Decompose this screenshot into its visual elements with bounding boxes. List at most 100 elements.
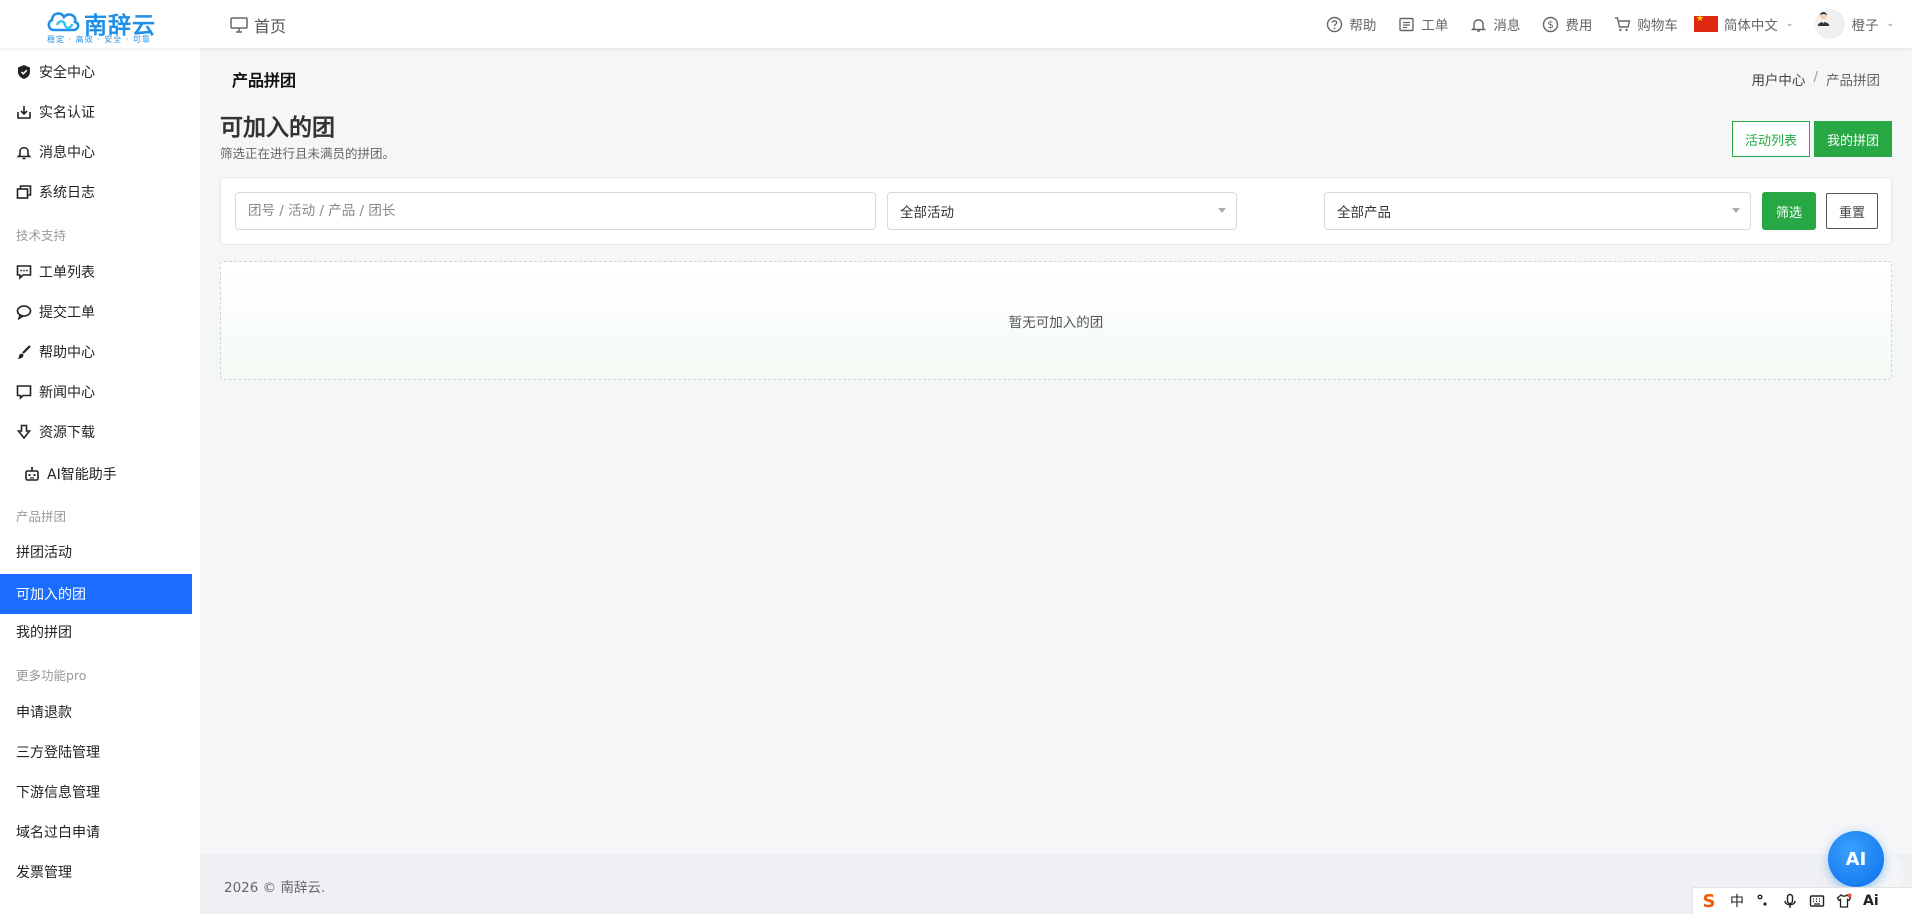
china-flag-icon: [1693, 14, 1718, 32]
sidebar-item-label: 我的拼团: [16, 625, 72, 641]
sidebar-item-downloads[interactable]: 资源下载: [0, 412, 192, 452]
avatar: [1815, 9, 1846, 39]
user-name: 橙子: [1851, 18, 1879, 34]
activity-list-button[interactable]: 活动列表: [1732, 121, 1810, 157]
comment-icon: [16, 305, 32, 320]
punctuation-icon[interactable]: [1755, 893, 1771, 909]
microphone-icon[interactable]: [1782, 893, 1798, 909]
nav-help[interactable]: 帮助: [1326, 14, 1376, 34]
ime-ai-label[interactable]: Ai: [1863, 893, 1879, 909]
sidebar-item-submit-ticket[interactable]: 提交工单: [0, 292, 192, 332]
news-icon: [16, 385, 32, 400]
sidebar-item-joinable-groups[interactable]: 可加入的团: [0, 574, 192, 614]
sidebar-item-label: 拼团活动: [16, 545, 72, 561]
section-heading: 可加入的团: [220, 115, 335, 141]
filter-card: 全部活动 全部产品 筛选 重置: [220, 177, 1892, 245]
language-label: 简体中文: [1723, 18, 1778, 34]
ime-mode-label[interactable]: 中: [1730, 891, 1744, 911]
activity-select[interactable]: 全部活动: [887, 192, 1237, 230]
sidebar-item-label: 系统日志: [39, 185, 95, 201]
breadcrumb: 用户中心 / 产品拼团: [1751, 69, 1880, 89]
cloud-logo-icon: [47, 12, 80, 32]
ai-assistant-button[interactable]: AI: [1828, 831, 1884, 887]
brand-logo[interactable]: 南辞云 稳定 · 高效 · 安全 · 可靠: [46, 6, 166, 44]
nav-billing-label: 费用: [1565, 18, 1593, 34]
top-nav-right: 帮助 工单 消息 $ 费用 购物车 简体中文 ⌄ 橙子 ⌄: [1304, 0, 1894, 48]
sidebar-item-label: 工单列表: [39, 265, 95, 281]
product-select-value: 全部产品: [1337, 205, 1391, 221]
sidebar-item-news-center[interactable]: 新闻中心: [0, 372, 192, 412]
sidebar-item-help-center[interactable]: 帮助中心: [0, 332, 192, 372]
brush-icon: [17, 345, 31, 359]
sidebar-item-refund[interactable]: 申请退款: [0, 692, 192, 732]
sidebar-item-label: 资源下载: [39, 425, 95, 441]
sidebar-item-label: 三方登陆管理: [16, 745, 100, 761]
sidebar-item-third-party-login[interactable]: 三方登陆管理: [0, 732, 192, 772]
sidebar-item-label: 发票管理: [16, 865, 72, 881]
sidebar-item-ticket-list[interactable]: 工单列表: [0, 252, 192, 292]
sidebar-item-downstream-info[interactable]: 下游信息管理: [0, 772, 192, 812]
skin-icon[interactable]: [1836, 893, 1852, 909]
my-groups-button[interactable]: 我的拼团: [1814, 121, 1892, 157]
ime-toolbar: S 中 Ai: [1692, 887, 1912, 914]
sidebar-group-group-buy: 产品拼团: [16, 509, 67, 524]
nav-ticket[interactable]: 工单: [1398, 14, 1448, 34]
sidebar-item-ai-assistant[interactable]: AI智能助手: [0, 454, 192, 494]
dollar-icon: $: [1543, 16, 1559, 32]
keyboard-icon[interactable]: [1809, 893, 1825, 909]
sidebar-group-support: 技术支持: [16, 228, 67, 243]
nav-cart-label: 购物车: [1637, 18, 1678, 34]
sidebar-item-domain-whitelist[interactable]: 域名过白申请: [0, 812, 192, 852]
bell-icon: [16, 146, 32, 160]
sidebar-item-invoice[interactable]: 发票管理: [0, 852, 192, 892]
sidebar-item-label: AI智能助手: [47, 467, 117, 483]
footer-copyright: 2026 © 南辞云.: [224, 880, 326, 896]
sidebar-item-label: 实名认证: [39, 105, 95, 121]
breadcrumb-user-center[interactable]: 用户中心: [1751, 69, 1805, 89]
sidebar-item-label: 域名过白申请: [16, 825, 100, 841]
nav-cart[interactable]: 购物车: [1614, 14, 1678, 34]
download-icon: [16, 424, 32, 440]
section-subheading: 筛选正在进行且未满员的拼团。: [220, 146, 396, 161]
nav-message-label: 消息: [1493, 18, 1521, 34]
robot-icon: [25, 466, 39, 481]
ticket-icon: [1399, 17, 1415, 31]
sidebar-item-label: 新闻中心: [39, 385, 95, 401]
sidebar-item-group-activities[interactable]: 拼团活动: [0, 532, 192, 572]
chevron-down-icon: ⌄: [1785, 19, 1794, 29]
sidebar-item-security[interactable]: 安全中心: [0, 52, 192, 92]
sidebar-group-more: 更多功能pro: [16, 668, 87, 683]
user-menu[interactable]: 橙子 ⌄: [1815, 9, 1894, 39]
chevron-down-icon: ⌄: [1886, 19, 1894, 29]
sidebar-item-label: 可加入的团: [16, 587, 86, 603]
reset-button[interactable]: 重置: [1826, 193, 1878, 229]
empty-state-text: 暂无可加入的团: [1008, 314, 1104, 331]
monitor-icon: [230, 17, 248, 33]
language-selector[interactable]: 简体中文 ⌄: [1693, 14, 1794, 34]
home-label: 首页: [254, 17, 287, 36]
chevron-down-icon: [1218, 208, 1226, 213]
nav-ticket-label: 工单: [1421, 18, 1449, 34]
brand-tagline: 稳定 · 高效 · 安全 · 可靠: [47, 35, 151, 44]
activity-select-value: 全部活动: [900, 205, 954, 221]
nav-help-label: 帮助: [1349, 18, 1377, 34]
nav-message[interactable]: 消息: [1470, 14, 1520, 34]
sidebar-item-label: 帮助中心: [39, 345, 95, 361]
bell-icon: [1471, 18, 1487, 32]
empty-state: 暂无可加入的团: [220, 261, 1892, 380]
home-link[interactable]: 首页: [230, 13, 286, 37]
filter-button[interactable]: 筛选: [1762, 192, 1816, 230]
sidebar-item-messages[interactable]: 消息中心: [0, 132, 192, 172]
sidebar-item-my-groups[interactable]: 我的拼团: [0, 612, 192, 652]
breadcrumb-separator: /: [1813, 69, 1818, 85]
sidebar-item-verification[interactable]: 实名认证: [0, 92, 192, 132]
sidebar-item-label: 提交工单: [39, 305, 95, 321]
search-input[interactable]: [235, 192, 876, 230]
sidebar-item-label: 安全中心: [39, 65, 95, 81]
shield-icon: [18, 65, 30, 79]
sidebar-item-system-log[interactable]: 系统日志: [0, 172, 192, 212]
sogou-logo-icon[interactable]: S: [1699, 891, 1719, 912]
nav-billing[interactable]: $ 费用: [1542, 14, 1592, 34]
log-icon: [16, 185, 32, 199]
product-select[interactable]: 全部产品: [1324, 192, 1751, 230]
